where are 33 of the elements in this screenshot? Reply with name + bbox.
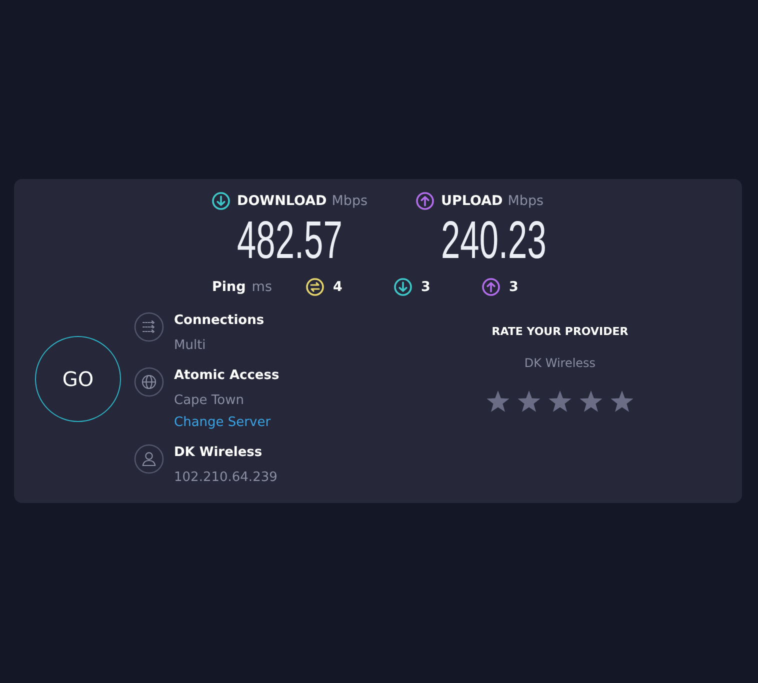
star-icon[interactable] (517, 390, 541, 413)
speed-label: UPLOAD (441, 192, 503, 210)
detail-subtitle: Cape Town (174, 392, 245, 410)
star-icon[interactable] (548, 390, 572, 413)
detail-subtitle: Multi (174, 337, 207, 355)
arrow-up-icon (482, 278, 500, 296)
ping-value: 4 (333, 278, 342, 296)
detail-title: Atomic Access (174, 367, 280, 385)
ping-value: 3 (421, 278, 430, 296)
go-button[interactable]: GO (35, 336, 121, 422)
unit-label: Mbps (332, 192, 368, 210)
provider-name: DK Wireless (524, 355, 596, 371)
star-icon[interactable] (610, 390, 634, 413)
change-server-link[interactable]: Change Server (174, 412, 280, 434)
speed-label: DOWNLOAD (237, 192, 327, 210)
unit-label: Mbps (508, 192, 544, 210)
arrow-down-icon (394, 278, 412, 296)
swap-arrows-icon (306, 278, 324, 296)
rating-title: RATE YOUR PROVIDER (492, 324, 628, 340)
arrow-up-icon (416, 192, 434, 210)
detail-title: DK Wireless (174, 444, 264, 462)
star-icon[interactable] (486, 390, 510, 413)
detail-title: Connections (174, 312, 264, 330)
unit-label: ms (252, 278, 272, 296)
ping-value: 3 (509, 278, 518, 296)
user-icon (134, 444, 164, 474)
globe-icon (134, 367, 164, 397)
speed-value: 482.57 (237, 215, 342, 267)
speed-value: 240.23 (441, 215, 546, 267)
arrow-down-icon (212, 192, 230, 210)
ping-label: Ping (212, 278, 246, 296)
detail-subtitle: 102.210.64.239 (174, 469, 278, 487)
star-icon[interactable] (579, 390, 603, 413)
